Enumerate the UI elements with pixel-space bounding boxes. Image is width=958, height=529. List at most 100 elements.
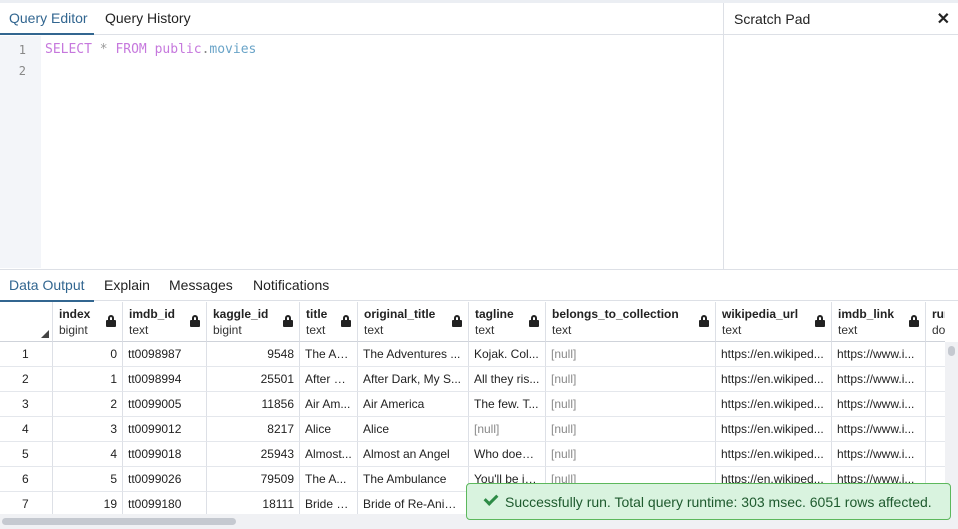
tab-explain[interactable]: Explain [104,270,150,302]
lock-icon [909,315,919,327]
toast-message: Successfully run. Total query runtime: 3… [505,494,932,510]
column-header-tagline[interactable]: tagline text [469,302,546,342]
tab-messages[interactable]: Messages [169,270,233,302]
table-cell[interactable]: [null] [546,442,716,467]
table-cell[interactable]: https://www.i... [832,392,926,417]
table-cell[interactable]: [null] [546,342,716,367]
table-cell[interactable]: 19 [53,492,123,514]
row-number[interactable]: 2 [0,367,53,392]
table-cell[interactable]: Kojak. Col... [469,342,546,367]
table-cell[interactable]: https://en.wikiped... [716,367,832,392]
line-number: 2 [18,64,26,78]
table-cell[interactable] [926,342,945,367]
column-header-title[interactable]: title text [300,302,358,342]
table-cell[interactable] [926,442,945,467]
table-cell[interactable]: The Ad... [300,342,358,367]
table-cell[interactable]: The Adventures ... [358,342,469,367]
row-number[interactable]: 6 [0,467,53,492]
table-cell[interactable]: 0 [53,342,123,367]
lock-icon [106,315,116,327]
table-cell[interactable]: Almost... [300,442,358,467]
grid-corner-header[interactable] [0,302,53,342]
tab-data-output[interactable]: Data Output [0,270,94,302]
table-cell[interactable]: After D... [300,367,358,392]
lock-icon [529,315,539,327]
vertical-scroll-thumb[interactable] [948,346,955,356]
table-cell[interactable]: tt0099012 [123,417,207,442]
table-cell[interactable]: https://en.wikiped... [716,342,832,367]
table-cell[interactable]: 18111 [207,492,300,514]
table-cell[interactable]: [null] [546,367,716,392]
row-number[interactable]: 7 [0,492,53,514]
row-number[interactable]: 4 [0,417,53,442]
table-cell[interactable]: Bride of Re-Anim... [358,492,469,514]
column-header-runti[interactable]: runti doub [926,302,945,342]
lock-icon [452,315,462,327]
table-cell[interactable]: https://en.wikiped... [716,417,832,442]
column-header-imdb-id[interactable]: imdb_id text [123,302,207,342]
table-cell[interactable]: [null] [469,417,546,442]
table-cell[interactable]: The few. T... [469,392,546,417]
column-header-original-title[interactable]: original_title text [358,302,469,342]
column-header-wikipedia-url[interactable]: wikipedia_url text [716,302,832,342]
table-cell[interactable]: 11856 [207,392,300,417]
table-cell[interactable]: tt0098987 [123,342,207,367]
table-cell[interactable]: 5 [53,467,123,492]
table-cell[interactable]: 1 [53,367,123,392]
column-header-imdb-link[interactable]: imdb_link text [832,302,926,342]
table-cell[interactable]: tt0098994 [123,367,207,392]
table-cell[interactable]: https://en.wikiped... [716,392,832,417]
output-tabs: Data Output Explain Messages Notificatio… [0,269,958,302]
table-cell[interactable]: Bride o... [300,492,358,514]
table-cell[interactable]: 25943 [207,442,300,467]
table-cell[interactable]: 9548 [207,342,300,367]
table-cell[interactable]: tt0099026 [123,467,207,492]
table-cell[interactable]: [null] [546,392,716,417]
tab-query-editor[interactable]: Query Editor [0,3,94,35]
column-header-kaggle-id[interactable]: kaggle_id bigint [207,302,300,342]
table-cell[interactable]: Who does ... [469,442,546,467]
tab-query-history[interactable]: Query History [105,3,191,35]
table-cell[interactable]: 2 [53,392,123,417]
table-cell[interactable]: All they ris... [469,367,546,392]
table-cell[interactable]: 79509 [207,467,300,492]
row-number[interactable]: 3 [0,392,53,417]
table-cell[interactable] [926,367,945,392]
table-cell[interactable]: https://www.i... [832,417,926,442]
table-cell[interactable]: 3 [53,417,123,442]
row-number[interactable]: 5 [0,442,53,467]
table-cell[interactable]: Alice [300,417,358,442]
column-header-index[interactable]: index bigint [53,302,123,342]
table-cell[interactable]: https://www.i... [832,342,926,367]
table-cell[interactable] [926,417,945,442]
table-cell[interactable]: 25501 [207,367,300,392]
sql-editor[interactable]: 1 2 SELECT * FROM public.movies [0,36,723,268]
table-cell[interactable]: 8217 [207,417,300,442]
table-cell[interactable]: https://en.wikiped... [716,442,832,467]
sql-code-line[interactable]: SELECT * FROM public.movies [45,42,256,57]
table-cell[interactable]: The A... [300,467,358,492]
table-cell[interactable]: [null] [546,417,716,442]
table-cell[interactable]: Alice [358,417,469,442]
table-cell[interactable]: The Ambulance [358,467,469,492]
table-cell[interactable]: 4 [53,442,123,467]
horizontal-scroll-thumb[interactable] [2,518,236,525]
table-cell[interactable]: tt0099180 [123,492,207,514]
table-cell[interactable] [926,392,945,417]
close-icon[interactable]: ✕ [937,9,950,29]
column-header-belongs-to-collection[interactable]: belongs_to_collection text [546,302,716,342]
column-type: text [552,323,572,337]
scratch-pad-textarea[interactable] [724,36,958,269]
table-cell[interactable]: Air America [358,392,469,417]
column-name: index [59,307,91,321]
success-toast[interactable]: Successfully run. Total query runtime: 3… [466,483,951,520]
table-cell[interactable]: https://www.i... [832,367,926,392]
table-cell[interactable]: tt0099005 [123,392,207,417]
table-cell[interactable]: Air Am... [300,392,358,417]
table-cell[interactable]: tt0099018 [123,442,207,467]
table-cell[interactable]: https://www.i... [832,442,926,467]
row-number[interactable]: 1 [0,342,53,367]
table-cell[interactable]: Almost an Angel [358,442,469,467]
tab-notifications[interactable]: Notifications [253,270,329,302]
table-cell[interactable]: After Dark, My S... [358,367,469,392]
